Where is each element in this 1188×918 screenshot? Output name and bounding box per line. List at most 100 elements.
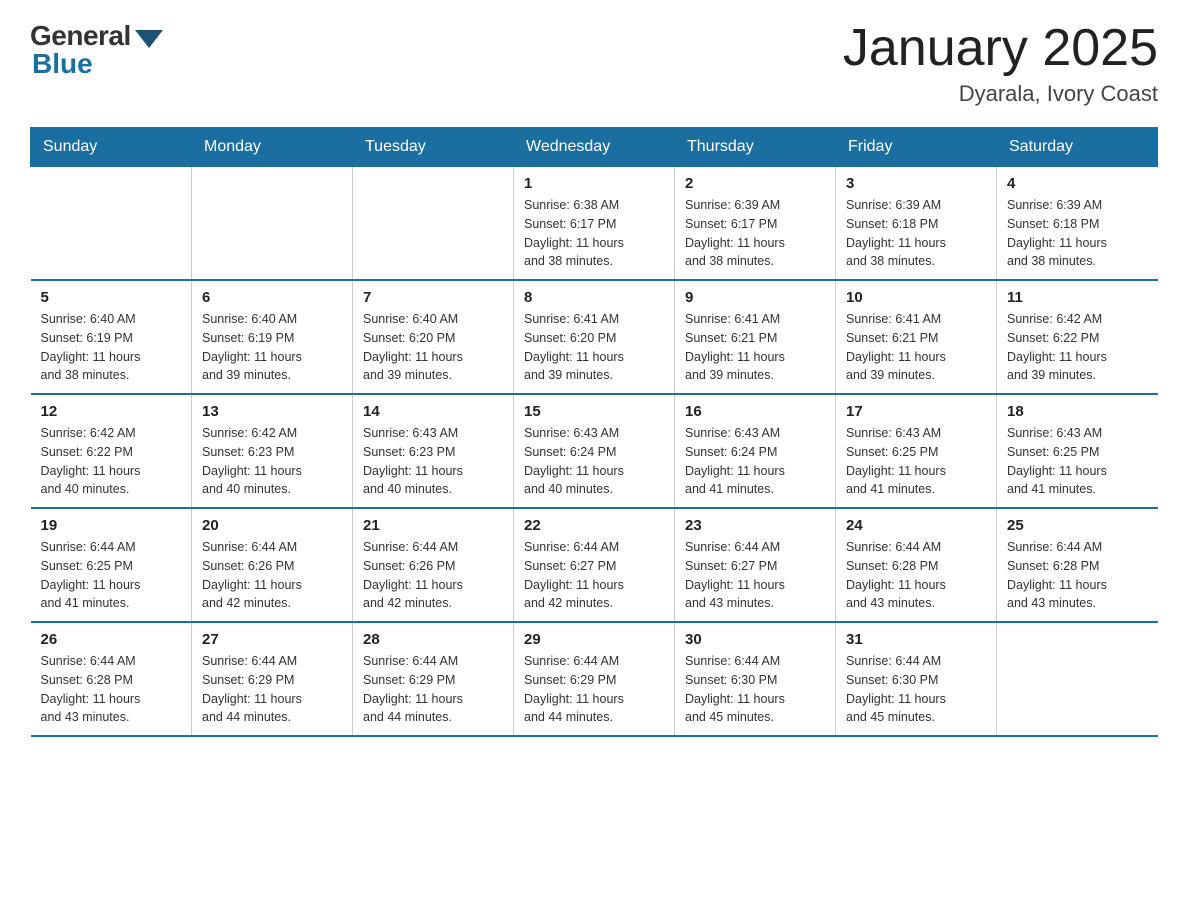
day-cell: 18 Sunrise: 6:43 AM Sunset: 6:25 PM Dayli… <box>997 394 1158 508</box>
header-cell-monday: Monday <box>192 128 353 167</box>
day-info: Sunrise: 6:42 AM Sunset: 6:23 PM Dayligh… <box>202 424 342 499</box>
day-info: Sunrise: 6:44 AM Sunset: 6:29 PM Dayligh… <box>202 652 342 727</box>
day-cell: 20 Sunrise: 6:44 AM Sunset: 6:26 PM Dayli… <box>192 508 353 622</box>
day-number: 12 <box>41 403 182 420</box>
day-number: 24 <box>846 517 986 534</box>
day-info: Sunrise: 6:40 AM Sunset: 6:20 PM Dayligh… <box>363 310 503 385</box>
day-info: Sunrise: 6:44 AM Sunset: 6:27 PM Dayligh… <box>685 538 825 613</box>
header-cell-wednesday: Wednesday <box>514 128 675 167</box>
day-info: Sunrise: 6:44 AM Sunset: 6:26 PM Dayligh… <box>202 538 342 613</box>
day-number: 8 <box>524 289 664 306</box>
day-cell: 16 Sunrise: 6:43 AM Sunset: 6:24 PM Dayli… <box>675 394 836 508</box>
day-number: 19 <box>41 517 182 534</box>
day-number: 22 <box>524 517 664 534</box>
day-info: Sunrise: 6:41 AM Sunset: 6:21 PM Dayligh… <box>685 310 825 385</box>
header-cell-tuesday: Tuesday <box>353 128 514 167</box>
logo-triangle-icon <box>135 30 163 48</box>
calendar-header: SundayMondayTuesdayWednesdayThursdayFrid… <box>31 128 1158 167</box>
week-row-3: 12 Sunrise: 6:42 AM Sunset: 6:22 PM Dayli… <box>31 394 1158 508</box>
day-cell: 9 Sunrise: 6:41 AM Sunset: 6:21 PM Daylig… <box>675 280 836 394</box>
day-info: Sunrise: 6:40 AM Sunset: 6:19 PM Dayligh… <box>41 310 182 385</box>
day-cell: 2Sunrise: 6:39 AM Sunset: 6:17 PM Daylig… <box>675 167 836 281</box>
day-info: Sunrise: 6:42 AM Sunset: 6:22 PM Dayligh… <box>41 424 182 499</box>
calendar-subtitle: Dyarala, Ivory Coast <box>843 81 1158 107</box>
day-number: 5 <box>41 289 182 306</box>
day-info: Sunrise: 6:43 AM Sunset: 6:24 PM Dayligh… <box>685 424 825 499</box>
day-cell: 30Sunrise: 6:44 AM Sunset: 6:30 PM Dayli… <box>675 622 836 736</box>
day-number: 20 <box>202 517 342 534</box>
day-cell: 12 Sunrise: 6:42 AM Sunset: 6:22 PM Dayli… <box>31 394 192 508</box>
day-info: Sunrise: 6:40 AM Sunset: 6:19 PM Dayligh… <box>202 310 342 385</box>
day-number: 14 <box>363 403 503 420</box>
calendar-table: SundayMondayTuesdayWednesdayThursdayFrid… <box>30 127 1158 737</box>
week-row-2: 5 Sunrise: 6:40 AM Sunset: 6:19 PM Daylig… <box>31 280 1158 394</box>
day-info: Sunrise: 6:44 AM Sunset: 6:29 PM Dayligh… <box>363 652 503 727</box>
day-cell <box>353 167 514 281</box>
header-cell-thursday: Thursday <box>675 128 836 167</box>
day-number: 29 <box>524 631 664 648</box>
day-number: 7 <box>363 289 503 306</box>
header-row: SundayMondayTuesdayWednesdayThursdayFrid… <box>31 128 1158 167</box>
day-number: 11 <box>1007 289 1148 306</box>
day-cell: 15 Sunrise: 6:43 AM Sunset: 6:24 PM Dayli… <box>514 394 675 508</box>
day-number: 16 <box>685 403 825 420</box>
day-cell: 14 Sunrise: 6:43 AM Sunset: 6:23 PM Dayli… <box>353 394 514 508</box>
header-cell-saturday: Saturday <box>997 128 1158 167</box>
day-info: Sunrise: 6:44 AM Sunset: 6:26 PM Dayligh… <box>363 538 503 613</box>
day-cell: 8 Sunrise: 6:41 AM Sunset: 6:20 PM Daylig… <box>514 280 675 394</box>
day-cell: 25 Sunrise: 6:44 AM Sunset: 6:28 PM Dayli… <box>997 508 1158 622</box>
day-info: Sunrise: 6:43 AM Sunset: 6:23 PM Dayligh… <box>363 424 503 499</box>
day-cell: 22Sunrise: 6:44 AM Sunset: 6:27 PM Dayli… <box>514 508 675 622</box>
header-cell-friday: Friday <box>836 128 997 167</box>
day-cell <box>31 167 192 281</box>
logo-blue-text: Blue <box>32 48 93 80</box>
day-number: 31 <box>846 631 986 648</box>
day-number: 2 <box>685 175 825 192</box>
day-cell: 10Sunrise: 6:41 AM Sunset: 6:21 PM Dayli… <box>836 280 997 394</box>
day-cell: 3Sunrise: 6:39 AM Sunset: 6:18 PM Daylig… <box>836 167 997 281</box>
day-info: Sunrise: 6:44 AM Sunset: 6:28 PM Dayligh… <box>1007 538 1148 613</box>
day-info: Sunrise: 6:44 AM Sunset: 6:30 PM Dayligh… <box>685 652 825 727</box>
day-number: 17 <box>846 403 986 420</box>
day-number: 26 <box>41 631 182 648</box>
day-cell: 23 Sunrise: 6:44 AM Sunset: 6:27 PM Dayli… <box>675 508 836 622</box>
page-header: General Blue January 2025 Dyarala, Ivory… <box>30 20 1158 107</box>
day-number: 13 <box>202 403 342 420</box>
day-number: 28 <box>363 631 503 648</box>
day-info: Sunrise: 6:43 AM Sunset: 6:25 PM Dayligh… <box>1007 424 1148 499</box>
day-number: 27 <box>202 631 342 648</box>
logo: General Blue <box>30 20 163 80</box>
day-number: 21 <box>363 517 503 534</box>
day-info: Sunrise: 6:44 AM Sunset: 6:25 PM Dayligh… <box>41 538 182 613</box>
day-cell: 1Sunrise: 6:38 AM Sunset: 6:17 PM Daylig… <box>514 167 675 281</box>
day-number: 3 <box>846 175 986 192</box>
day-cell: 29 Sunrise: 6:44 AM Sunset: 6:29 PM Dayli… <box>514 622 675 736</box>
day-info: Sunrise: 6:44 AM Sunset: 6:28 PM Dayligh… <box>41 652 182 727</box>
day-info: Sunrise: 6:44 AM Sunset: 6:29 PM Dayligh… <box>524 652 664 727</box>
day-info: Sunrise: 6:39 AM Sunset: 6:18 PM Dayligh… <box>1007 196 1148 271</box>
day-info: Sunrise: 6:44 AM Sunset: 6:28 PM Dayligh… <box>846 538 986 613</box>
day-info: Sunrise: 6:44 AM Sunset: 6:30 PM Dayligh… <box>846 652 986 727</box>
day-cell: 27 Sunrise: 6:44 AM Sunset: 6:29 PM Dayli… <box>192 622 353 736</box>
day-number: 9 <box>685 289 825 306</box>
day-cell: 19 Sunrise: 6:44 AM Sunset: 6:25 PM Dayli… <box>31 508 192 622</box>
day-number: 18 <box>1007 403 1148 420</box>
day-cell: 5 Sunrise: 6:40 AM Sunset: 6:19 PM Daylig… <box>31 280 192 394</box>
day-number: 23 <box>685 517 825 534</box>
day-cell: 6Sunrise: 6:40 AM Sunset: 6:19 PM Daylig… <box>192 280 353 394</box>
day-cell: 11 Sunrise: 6:42 AM Sunset: 6:22 PM Dayli… <box>997 280 1158 394</box>
day-number: 15 <box>524 403 664 420</box>
calendar-body: 1Sunrise: 6:38 AM Sunset: 6:17 PM Daylig… <box>31 167 1158 737</box>
day-info: Sunrise: 6:42 AM Sunset: 6:22 PM Dayligh… <box>1007 310 1148 385</box>
day-cell: 7 Sunrise: 6:40 AM Sunset: 6:20 PM Daylig… <box>353 280 514 394</box>
day-info: Sunrise: 6:38 AM Sunset: 6:17 PM Dayligh… <box>524 196 664 271</box>
day-cell: 28 Sunrise: 6:44 AM Sunset: 6:29 PM Dayli… <box>353 622 514 736</box>
day-info: Sunrise: 6:43 AM Sunset: 6:24 PM Dayligh… <box>524 424 664 499</box>
day-number: 25 <box>1007 517 1148 534</box>
day-info: Sunrise: 6:41 AM Sunset: 6:20 PM Dayligh… <box>524 310 664 385</box>
day-number: 10 <box>846 289 986 306</box>
day-cell: 31 Sunrise: 6:44 AM Sunset: 6:30 PM Dayli… <box>836 622 997 736</box>
day-cell <box>997 622 1158 736</box>
day-info: Sunrise: 6:43 AM Sunset: 6:25 PM Dayligh… <box>846 424 986 499</box>
day-cell: 21 Sunrise: 6:44 AM Sunset: 6:26 PM Dayli… <box>353 508 514 622</box>
